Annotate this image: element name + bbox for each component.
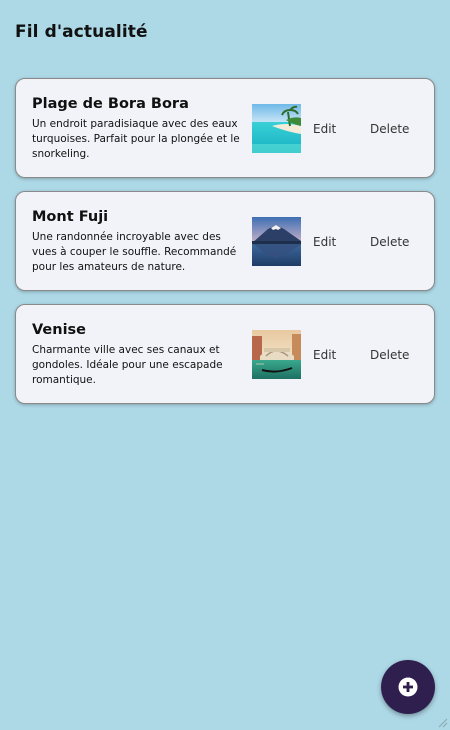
mountain-photo: [252, 217, 301, 266]
edit-button[interactable]: Edit: [307, 231, 342, 253]
delete-button[interactable]: Delete: [364, 344, 415, 366]
venice-photo: [252, 330, 301, 379]
plus-circle-icon: [398, 677, 418, 697]
post-description: Un endroit paradisiaque avec des eaux tu…: [32, 118, 240, 160]
beach-photo: [252, 104, 301, 153]
resize-grip-icon[interactable]: [436, 716, 448, 728]
page-title: Fil d'actualité: [15, 22, 148, 42]
add-post-button[interactable]: [381, 660, 435, 714]
post-card-mont-fuji: Mont Fuji Une randonnée incroyable avec …: [15, 191, 435, 291]
delete-button[interactable]: Delete: [364, 118, 415, 140]
edit-button[interactable]: Edit: [307, 344, 342, 366]
edit-button[interactable]: Edit: [307, 118, 342, 140]
post-title: Mont Fuji: [32, 209, 109, 225]
post-title: Venise: [32, 322, 87, 338]
post-card-bora-bora: Plage de Bora Bora Un endroit paradisiaq…: [15, 78, 435, 178]
post-title: Plage de Bora Bora: [32, 96, 189, 112]
post-card-venise: Venise Charmante ville avec ses canaux e…: [15, 304, 435, 404]
post-description: Charmante ville avec ses canaux et gondo…: [32, 344, 223, 386]
delete-button[interactable]: Delete: [364, 231, 415, 253]
post-description: Une randonnée incroyable avec des vues à…: [32, 231, 237, 273]
feed-list: Plage de Bora Bora Un endroit paradisiaq…: [15, 78, 435, 417]
